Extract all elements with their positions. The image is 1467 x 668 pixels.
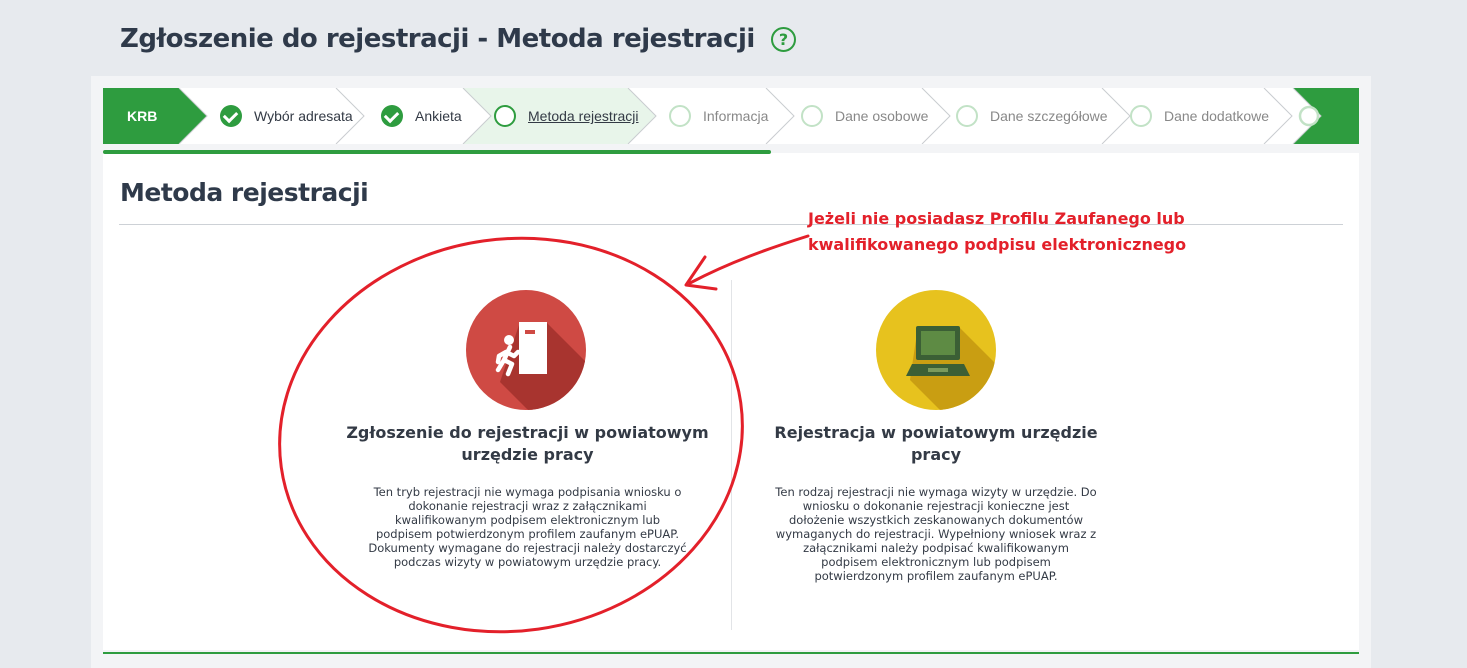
wizard-step-informacja[interactable]: Informacja xyxy=(669,88,768,144)
exit-icon-head xyxy=(504,335,514,345)
desc-line: załącznikami należy podpisać kwalifikowa… xyxy=(803,541,1069,555)
exit-icon-door-sign xyxy=(525,330,535,334)
wizard-step-label: Wybór adresata xyxy=(254,108,353,124)
desc-line: potwierdzonym profilem zaufanym ePUAP. xyxy=(814,569,1058,583)
check-icon xyxy=(220,105,242,127)
registration-wizard: KRB Wybór adresata Ankieta Metoda rejest… xyxy=(103,88,1359,144)
wizard-step-metoda-rejestracji[interactable]: Metoda rejestracji xyxy=(494,88,639,144)
wizard-step-label: Ankieta xyxy=(415,108,462,124)
exit-door-person-icon xyxy=(466,290,586,410)
circle-icon xyxy=(494,105,516,127)
desc-line: Ten tryb rejestracji nie wymaga podpisan… xyxy=(373,485,682,499)
exit-icon-door xyxy=(519,322,547,374)
desc-line: podpisem potwierdzonym profilem zaufanym… xyxy=(375,527,680,541)
section-title: Metoda rejestracji xyxy=(120,178,369,207)
option-description: Ten rodzaj rejestracji nie wymaga wizyty… xyxy=(742,485,1130,583)
wizard-step-label: Informacja xyxy=(703,108,769,124)
option-title-line: urzędzie pracy xyxy=(461,445,594,464)
wizard-step-dane-osobowe[interactable]: Dane osobowe xyxy=(801,88,928,144)
desc-line: Dokumenty wymagane do rejestracji należy… xyxy=(368,541,687,555)
wizard-step-label: Dane osobowe xyxy=(835,108,929,124)
help-icon[interactable]: ? xyxy=(770,26,796,52)
laptop-icon-touchpad xyxy=(928,368,948,372)
desc-line: wniosku o dokonanie rejestracji konieczn… xyxy=(802,499,1070,513)
check-icon xyxy=(381,105,403,127)
option-rejestracja-w-urzedzie[interactable]: Rejestracja w powiatowym urzędzie pracy … xyxy=(742,280,1130,600)
wizard-step-label: Dane dodatkowe xyxy=(1164,108,1270,124)
wizard-step-wybor-adresata[interactable]: Wybór adresata xyxy=(220,88,353,144)
wizard-step-ankieta[interactable]: Ankieta xyxy=(381,88,462,144)
option-zgloszenie-do-rejestracji[interactable]: Zgłoszenie do rejestracji w powiatowym u… xyxy=(300,280,755,590)
option-title-line: Zgłoszenie do rejestracji w powiatowym xyxy=(346,423,709,442)
circle-icon xyxy=(801,105,823,127)
option-title: Rejestracja w powiatowym urzędzie pracy xyxy=(742,422,1130,466)
desc-line: dołożenie wszystkich zeskanowanych dokum… xyxy=(788,513,1084,527)
annotation-line: kwalifikowanego podpisu elektronicznego xyxy=(808,235,1187,254)
desc-line: wymaganych do rejestracji. Wypełniony wn… xyxy=(775,527,1097,541)
wizard-progress-bar xyxy=(103,150,771,154)
option-title: Zgłoszenie do rejestracji w powiatowym u… xyxy=(300,422,755,466)
desc-line: Ten rodzaj rejestracji nie wymaga wizyty… xyxy=(775,485,1097,499)
circle-icon xyxy=(669,105,691,127)
annotation-line: Jeżeli nie posiadasz Profilu Zaufanego l… xyxy=(808,209,1185,228)
laptop-icon xyxy=(876,290,996,410)
option-title-line: pracy xyxy=(910,445,962,464)
desc-line: kwalifikowanym podpisem elektronicznym l… xyxy=(394,513,661,527)
circle-icon xyxy=(956,105,978,127)
wizard-step-dane-dodatkowe[interactable]: Dane dodatkowe xyxy=(1130,88,1269,144)
desc-line: dokonanie rejestracji wraz z załącznikam… xyxy=(408,499,647,513)
wizard-step-partial-icon xyxy=(1298,105,1320,127)
content-bottom-border xyxy=(103,652,1359,654)
circle-icon xyxy=(1130,105,1152,127)
annotation-text: Jeżeli nie posiadasz Profilu Zaufanego l… xyxy=(808,206,1186,258)
desc-line: podczas wizyty w powiatowym urzędzie pra… xyxy=(393,555,662,569)
option-description: Ten tryb rejestracji nie wymaga podpisan… xyxy=(300,485,755,569)
wizard-step-dane-szczegolowe[interactable]: Dane szczegółowe xyxy=(956,88,1108,144)
wizard-home-krb[interactable]: KRB xyxy=(127,88,157,144)
page-title: Zgłoszenie do rejestracji - Metoda rejes… xyxy=(120,24,796,54)
wizard-step-label: Dane szczegółowe xyxy=(990,108,1108,124)
desc-line: podpisem elektronicznym lub podpisem xyxy=(821,555,1051,569)
page-title-text: Zgłoszenie do rejestracji - Metoda rejes… xyxy=(120,24,755,54)
laptop-icon-screen xyxy=(921,331,955,355)
wizard-step-label: Metoda rejestracji xyxy=(528,108,639,124)
option-title-line: Rejestracja w powiatowym urzędzie xyxy=(774,423,1098,442)
